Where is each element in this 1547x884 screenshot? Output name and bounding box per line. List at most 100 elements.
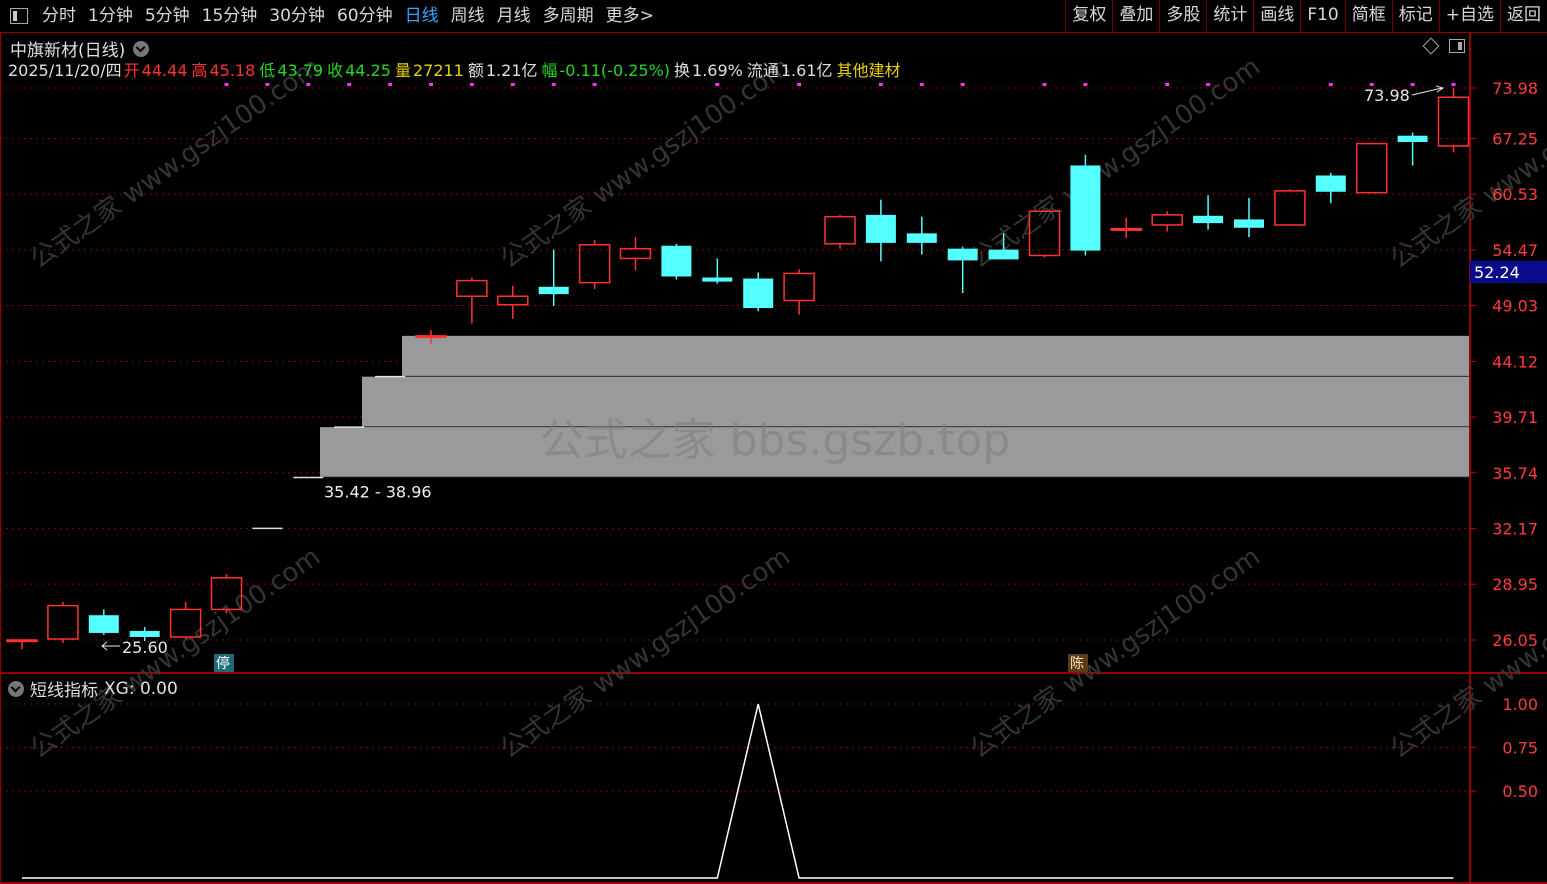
signal-dot <box>592 83 597 86</box>
event-tag: 陈 <box>1070 655 1084 672</box>
price-tick-label: 67.25 <box>1492 129 1538 148</box>
sector-value[interactable]: 其他建材 <box>837 57 901 81</box>
chevron-down-icon[interactable] <box>133 40 150 57</box>
candle <box>129 630 160 637</box>
candle <box>1193 215 1224 224</box>
volume-value: 27211 <box>412 61 464 80</box>
watermark-text: 公式之家 www.gszj100.com <box>965 52 1266 275</box>
date-value: 2025/11/20/四 <box>8 61 122 80</box>
volume-label: 量 <box>394 61 411 80</box>
price-tick-label: 39.71 <box>1492 408 1538 427</box>
signal-dot <box>224 83 229 86</box>
candle <box>865 214 896 243</box>
xg-line <box>22 703 1454 879</box>
candle <box>1234 219 1264 228</box>
signal-dot <box>715 83 720 86</box>
current-price-label: 52.24 <box>1474 263 1520 282</box>
candle <box>1151 214 1183 226</box>
chart-corner-tools <box>1422 37 1465 55</box>
change-label: 幅 <box>541 61 558 80</box>
low-value: 43.79 <box>277 61 324 80</box>
signal-dot <box>388 83 393 86</box>
price-tick-label: 28.95 <box>1492 575 1538 594</box>
signal-dot <box>1165 83 1170 86</box>
signal-dot <box>878 83 883 86</box>
candle <box>415 335 447 339</box>
signal-dot <box>919 83 924 86</box>
candle <box>578 244 611 284</box>
sub-tick-label: 1.00 <box>1502 695 1538 714</box>
price-tick-label: 35.74 <box>1492 464 1538 483</box>
signal-dot <box>551 83 556 86</box>
price-tick-label: 32.17 <box>1492 519 1538 538</box>
center-watermark: 公式之家 bbs.gszb.top <box>540 415 1011 466</box>
open-label: 开 <box>123 61 140 80</box>
candle <box>661 245 692 277</box>
signal-dot <box>960 83 965 86</box>
candle <box>1315 175 1346 192</box>
signal-dot <box>265 83 270 86</box>
price-tick-label: 49.03 <box>1492 297 1538 316</box>
signal-dot <box>347 83 352 86</box>
close-value: 44.25 <box>345 61 391 80</box>
candle <box>538 286 569 295</box>
watermark-text: 公式之家 www.gszj100.com <box>25 542 326 765</box>
price-tick-label: 73.98 <box>1492 79 1538 98</box>
signal-dot <box>1042 83 1047 86</box>
candle <box>988 249 1019 260</box>
change-value: -0.11(-0.25%) <box>559 61 671 80</box>
price-tick-label: 60.53 <box>1492 185 1538 204</box>
signal-dot <box>1083 83 1088 86</box>
candle <box>1355 142 1388 194</box>
candle <box>824 215 856 245</box>
sub-tick-label: 0.50 <box>1502 782 1538 801</box>
turnover-value: 1.69% <box>692 61 743 80</box>
signal-dots <box>224 83 1456 86</box>
amount-value: 1.21亿 <box>485 61 538 80</box>
watermark-text: 公式之家 www.gszj100.com <box>25 52 326 275</box>
signal-dot <box>510 83 515 86</box>
candle <box>1274 190 1306 226</box>
price-zones: 42.86 - 46.3038.96 - 42.8635.42 - 38.96公… <box>320 335 1469 502</box>
watermark-text: 公式之家 www.gszj100.com <box>495 52 796 275</box>
candle <box>1110 227 1143 231</box>
signal-dot <box>306 83 311 86</box>
max-price-label: 73.98 <box>1364 86 1410 105</box>
float-label: 流通 <box>746 61 779 80</box>
candle <box>947 248 978 261</box>
min-price-label: 25.60 <box>122 638 168 657</box>
kline-chart[interactable]: 公式之家 www.gszj100.com 公式之家 www.gszj100.com… <box>0 0 1547 884</box>
price-tick-label: 54.47 <box>1492 241 1538 260</box>
candle <box>47 604 79 640</box>
price-tick-label: 26.05 <box>1492 631 1538 650</box>
price-tick-label: 44.12 <box>1492 352 1538 371</box>
signal-dot <box>1206 83 1211 86</box>
candle <box>702 277 733 282</box>
price-zone <box>402 335 1469 377</box>
indicator-value: XG: 0.00 <box>104 678 178 699</box>
sub-indicator-panel: 1.00 0.75 0.50 <box>6 695 1538 879</box>
indicator-name[interactable]: 短线指标 <box>30 676 98 701</box>
chevron-down-icon[interactable] <box>8 680 24 697</box>
halt-tag: 停 <box>216 655 230 672</box>
close-label: 收 <box>327 61 344 80</box>
float-value: 1.61亿 <box>780 61 833 80</box>
turnover-label: 换 <box>674 61 691 80</box>
high-label: 高 <box>191 61 208 80</box>
panel-toggle-icon[interactable] <box>1449 39 1465 53</box>
candle <box>497 295 529 306</box>
candle <box>456 279 488 297</box>
candle <box>6 639 38 643</box>
signal-dot <box>797 83 802 86</box>
low-label: 低 <box>259 61 276 80</box>
signal-dot <box>1410 83 1415 86</box>
high-value: 45.18 <box>209 61 256 80</box>
open-value: 44.44 <box>141 61 188 80</box>
zone-label: 35.42 - 38.96 <box>324 483 432 502</box>
candle <box>906 233 937 243</box>
diamond-icon[interactable] <box>1422 37 1440 55</box>
sub-indicator-title: 短线指标 XG: 0.00 <box>8 676 178 701</box>
signal-dot <box>469 83 474 86</box>
signal-dot <box>1451 83 1456 86</box>
sub-tick-label: 0.75 <box>1502 739 1538 758</box>
